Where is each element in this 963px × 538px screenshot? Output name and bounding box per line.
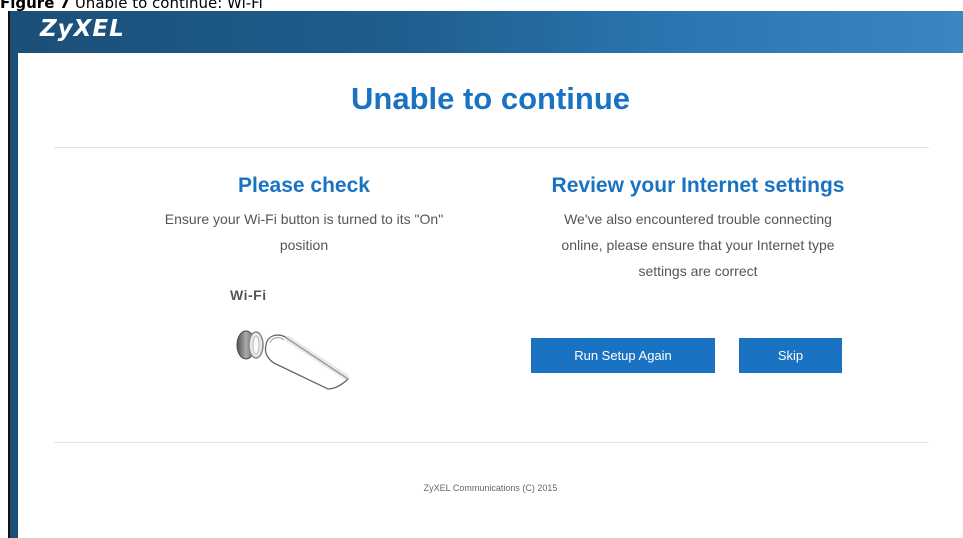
please-check-line-2: position [279, 237, 329, 253]
page-title: Unable to continue [351, 81, 630, 116]
review-settings-text: We've also encountered trouble connectin… [488, 206, 908, 284]
wifi-label: Wi-Fi [230, 287, 267, 303]
top-divider [54, 147, 929, 148]
run-setup-again-button[interactable]: Run Setup Again [531, 338, 715, 373]
review-settings-heading: Review your Internet settings [551, 174, 845, 197]
bottom-divider [54, 442, 929, 443]
screen-border [8, 11, 10, 538]
review-settings-line-1: We've also encountered trouble connectin… [564, 211, 832, 227]
review-settings-line-2: online, please ensure that your Internet… [561, 237, 835, 253]
copyright-footer: ZyXEL Communications (C) 2015 [423, 483, 558, 493]
content-panel: Unable to continue Please check Ensure y… [18, 53, 963, 538]
review-settings-line-3: settings are correct [638, 263, 758, 279]
zyxel-logo: ZyXEL [40, 16, 125, 42]
skip-button[interactable]: Skip [739, 338, 842, 373]
please-check-text: Ensure your Wi-Fi button is turned to it… [54, 206, 554, 258]
please-check-line-1: Ensure your Wi-Fi button is turned to it… [164, 211, 444, 227]
wifi-switch-finger-icon [236, 330, 350, 390]
please-check-heading: Please check [238, 174, 370, 197]
browser-screen: ZyXEL Unable to continue Please check En… [8, 11, 963, 538]
